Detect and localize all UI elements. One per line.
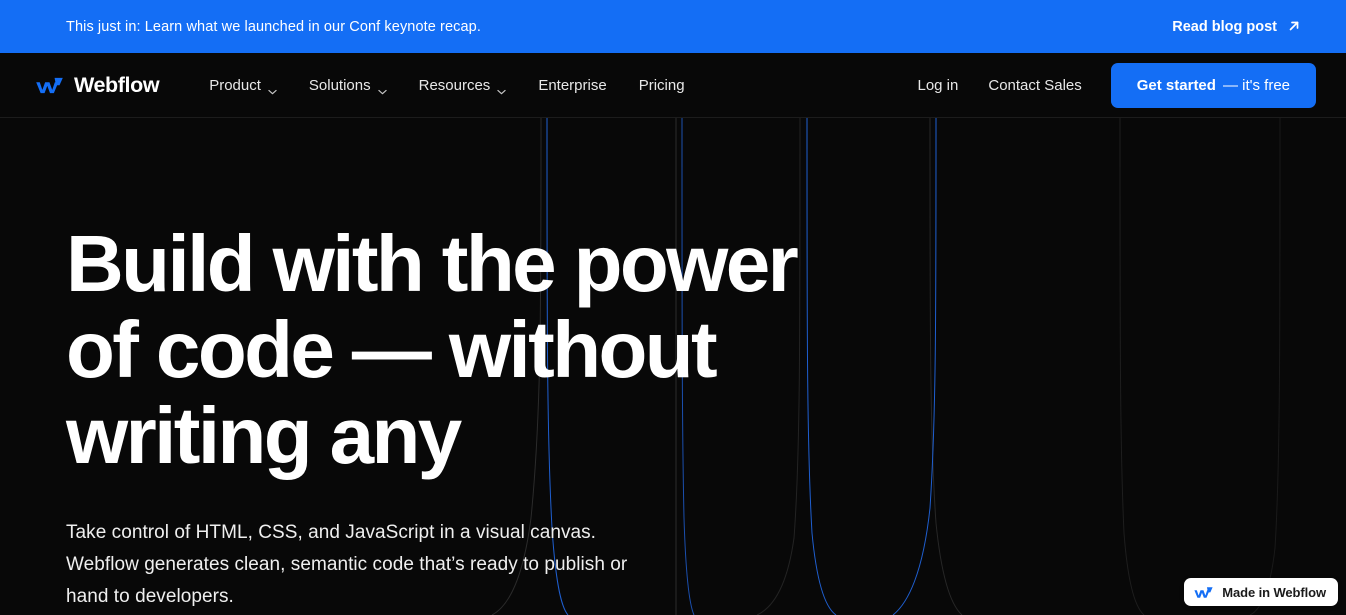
get-started-sublabel: — it's free <box>1222 76 1290 94</box>
chevron-down-icon <box>268 82 277 95</box>
nav-item-resources[interactable]: Resources <box>403 69 523 102</box>
read-blog-post-label: Read blog post <box>1172 18 1277 35</box>
nav-item-resources-label: Resources <box>418 76 491 94</box>
nav-item-enterprise[interactable]: Enterprise <box>522 69 622 102</box>
nav-actions: Log in Contact Sales Get started — it's … <box>902 62 1316 108</box>
main-navigation: Webflow Product Solutions Resources Ente… <box>0 53 1346 118</box>
headline-line-2: of code — without <box>66 305 718 394</box>
hero-subtitle: Take control of HTML, CSS, and JavaScrip… <box>66 522 628 607</box>
nav-item-product-label: Product <box>209 76 261 94</box>
chevron-down-icon <box>497 82 506 95</box>
headline-line-1: Build with the power <box>66 219 799 308</box>
brand-name: Webflow <box>74 72 160 97</box>
read-blog-post-link[interactable]: Read blog post <box>1172 19 1316 35</box>
nav-links: Product Solutions Resources Enterprise P… <box>193 69 700 102</box>
webflow-home-link[interactable]: Webflow <box>36 72 160 98</box>
nav-item-solutions[interactable]: Solutions <box>293 69 403 102</box>
webflow-logo-icon <box>1194 586 1213 599</box>
made-in-webflow-badge[interactable]: Made in Webflow <box>1184 578 1338 606</box>
chevron-down-icon <box>377 82 387 95</box>
announcement-message: This just in: Learn what we launched in … <box>66 18 481 35</box>
contact-sales-link[interactable]: Contact Sales <box>973 69 1096 102</box>
nav-item-enterprise-label: Enterprise <box>538 76 607 94</box>
headline-line-3: writing any <box>66 391 462 480</box>
get-started-label: Get started <box>1136 76 1216 94</box>
arrow-up-right-icon <box>1288 20 1300 32</box>
login-link[interactable]: Log in <box>902 69 973 102</box>
hero-section: Build with the power of code — without w… <box>0 118 1346 615</box>
nav-item-product[interactable]: Product <box>193 69 293 102</box>
made-in-webflow-label: Made in Webflow <box>1222 584 1326 600</box>
hero-content: Build with the power of code — without w… <box>0 118 1346 613</box>
page-title: Build with the power of code — without w… <box>66 221 866 479</box>
contact-sales-label: Contact Sales <box>988 76 1082 94</box>
nav-item-solutions-label: Solutions <box>308 76 371 94</box>
login-label: Log in <box>917 76 959 94</box>
nav-item-pricing-label: Pricing <box>638 76 685 94</box>
webflow-logo-icon <box>36 76 63 95</box>
get-started-button[interactable]: Get started — it's free <box>1110 62 1316 108</box>
announcement-banner: This just in: Learn what we launched in … <box>0 0 1346 53</box>
nav-item-pricing[interactable]: Pricing <box>623 69 701 102</box>
